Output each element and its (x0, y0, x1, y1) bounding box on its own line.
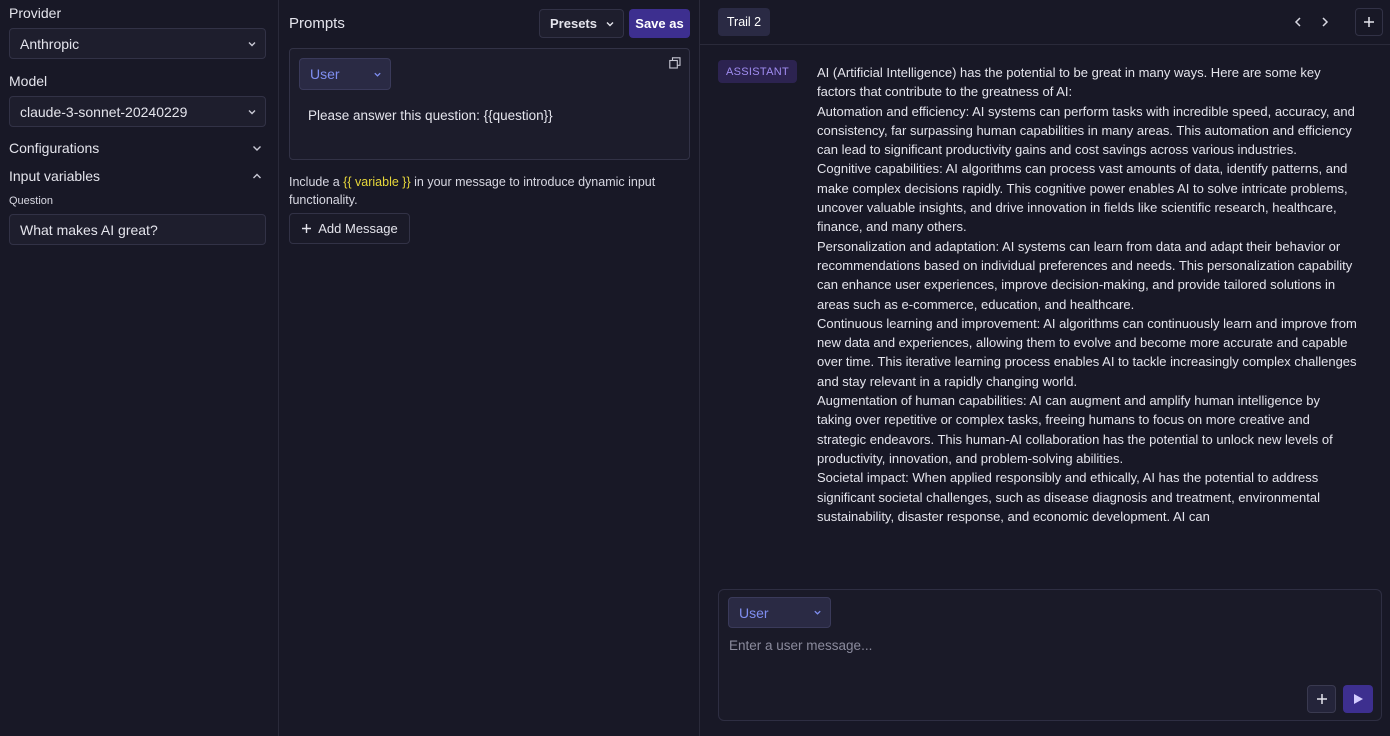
chevron-up-icon (253, 173, 261, 179)
list-item: Automation and efficiency: AI systems ca… (817, 102, 1357, 160)
plus-icon (1316, 694, 1327, 704)
plus-icon (302, 224, 312, 233)
chevron-down-icon (374, 72, 381, 77)
list-item: Continuous learning and improvement: AI … (817, 314, 1357, 391)
question-input[interactable]: What makes AI great? (9, 214, 266, 245)
header-divider (700, 44, 1390, 45)
save-as-button[interactable]: Save as (629, 9, 690, 38)
chevron-down-icon (606, 21, 614, 26)
input-variables-toggle[interactable]: Input variables (9, 168, 266, 184)
list-item: Personalization and adaptation: AI syste… (817, 237, 1357, 314)
prompts-title: Prompts (289, 15, 345, 32)
add-message-button[interactable]: Add Message (289, 213, 410, 244)
assistant-message: AI (Artificial Intelligence) has the pot… (817, 63, 1357, 566)
provider-label: Provider (9, 5, 62, 21)
chevron-down-icon (248, 41, 256, 46)
assistant-intro: AI (Artificial Intelligence) has the pot… (817, 65, 1321, 100)
answer-list: Automation and efficiency: AI systems ca… (817, 102, 1357, 527)
composer: User Enter a user message... (718, 589, 1382, 721)
hint-variable: {{ variable }} (343, 175, 411, 189)
question-label: Question (9, 195, 54, 207)
chevron-right-icon (1322, 17, 1329, 27)
chevron-down-icon (248, 109, 256, 114)
list-item: Augmentation of human capabilities: AI c… (817, 391, 1357, 468)
message-text[interactable]: Please answer this question: {{question}… (308, 108, 553, 123)
copy-icon[interactable] (668, 56, 682, 70)
chevron-down-icon (814, 610, 821, 615)
new-trail-button[interactable] (1355, 8, 1383, 36)
add-button[interactable] (1307, 685, 1336, 713)
composer-role-value: User (739, 604, 769, 621)
role-value: User (310, 66, 340, 82)
presets-label: Presets (550, 16, 597, 31)
input-variables-label: Input variables (9, 168, 101, 184)
prev-trail-button[interactable] (1288, 12, 1308, 32)
provider-select[interactable]: Anthropic (9, 28, 266, 59)
composer-role-select[interactable]: User (728, 597, 831, 628)
model-select[interactable]: claude-3-sonnet-20240229 (9, 96, 266, 127)
list-item: Cognitive capabilities: AI algorithms ca… (817, 159, 1357, 236)
model-value: claude-3-sonnet-20240229 (20, 103, 188, 120)
play-icon (1354, 694, 1363, 704)
assistant-badge-label: ASSISTANT (725, 65, 789, 78)
message-card: User Please answer this question: {{ques… (289, 48, 690, 160)
question-value: What makes AI great? (20, 221, 158, 238)
trail-panel: Trail 2 ASSISTANT AI (Artificial Intelli… (700, 0, 1390, 736)
role-select[interactable]: User (299, 58, 391, 90)
assistant-badge: ASSISTANT (718, 60, 797, 83)
list-item: Societal impact: When applied responsibl… (817, 468, 1357, 526)
next-trail-button[interactable] (1315, 12, 1335, 32)
plus-icon (1364, 17, 1374, 27)
chevron-down-icon (253, 146, 261, 151)
configurations-label: Configurations (9, 140, 100, 156)
configurations-toggle[interactable]: Configurations (9, 140, 266, 156)
settings-panel: Provider Anthropic Model claude-3-sonnet… (0, 0, 279, 736)
variable-hint: Include a {{ variable }} in your message… (289, 173, 689, 209)
chevron-left-icon (1294, 17, 1301, 27)
send-button[interactable] (1343, 685, 1373, 713)
prompts-panel: Prompts Presets Save as User Please answ… (279, 0, 700, 736)
trail-tab[interactable]: Trail 2 (718, 8, 770, 36)
add-message-label: Add Message (318, 221, 398, 236)
save-as-label: Save as (635, 16, 684, 31)
provider-value: Anthropic (20, 35, 80, 52)
presets-button[interactable]: Presets (539, 9, 624, 38)
hint-prefix: Include a (289, 175, 344, 189)
model-label: Model (9, 73, 48, 89)
composer-input[interactable]: Enter a user message... (729, 638, 1369, 653)
trail-title: Trail 2 (726, 15, 762, 29)
